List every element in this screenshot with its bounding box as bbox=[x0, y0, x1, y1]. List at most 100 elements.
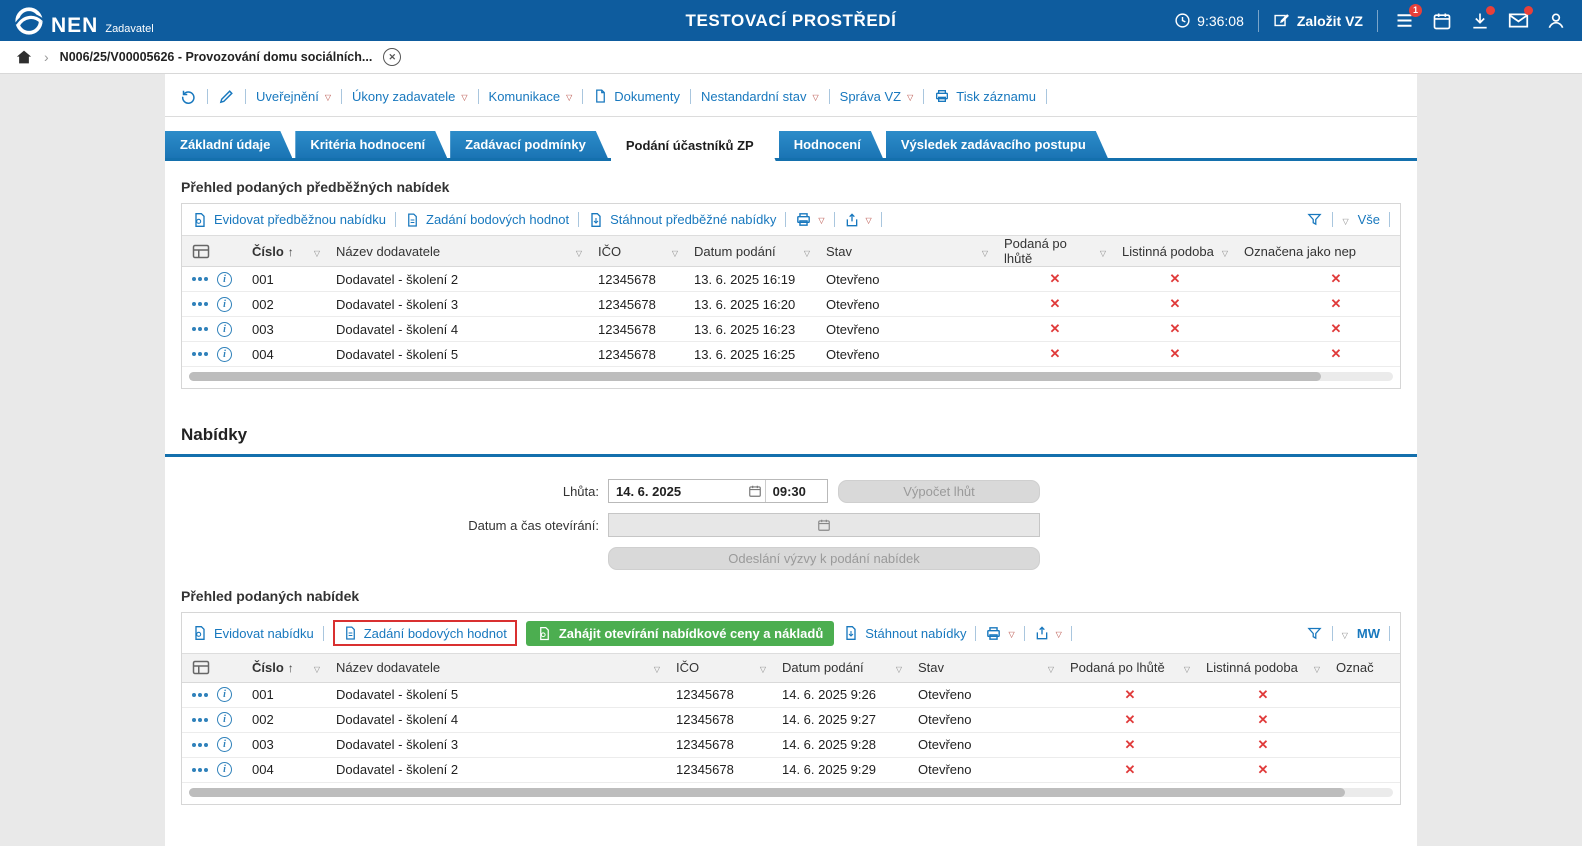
print-table-button[interactable] bbox=[795, 211, 824, 228]
calendar-icon[interactable] bbox=[745, 484, 765, 498]
row-menu-icon[interactable] bbox=[192, 718, 208, 722]
col-header-stav[interactable]: Stav bbox=[818, 236, 996, 267]
menu-ukony-zadavatele[interactable]: Úkony zadavatele bbox=[352, 89, 468, 104]
tab-hodnoceni[interactable]: Hodnocení bbox=[779, 131, 883, 158]
col-header-nazev[interactable]: Název dodavatele bbox=[328, 654, 668, 682]
export-table-button[interactable] bbox=[844, 212, 872, 228]
calendar-button[interactable] bbox=[1430, 9, 1454, 33]
filter-caret-icon[interactable] bbox=[314, 660, 320, 675]
column-chooser-icon[interactable] bbox=[192, 660, 236, 675]
info-icon[interactable] bbox=[217, 272, 232, 287]
table-row[interactable]: 004Dodavatel - školení 21234567814. 6. 2… bbox=[182, 757, 1400, 782]
info-icon[interactable] bbox=[217, 297, 232, 312]
vypocet-lhut-button[interactable]: Výpočet lhůt bbox=[838, 480, 1040, 503]
info-icon[interactable] bbox=[217, 687, 232, 702]
evidovat-nabidku-button[interactable]: Evidovat nabídku bbox=[192, 625, 314, 641]
menu-dokumenty[interactable]: Dokumenty bbox=[593, 88, 680, 104]
filter-caret-icon[interactable] bbox=[672, 244, 678, 259]
horizontal-scrollbar[interactable] bbox=[189, 788, 1393, 797]
col-header-po-lhute[interactable]: Podaná po lhůtě bbox=[996, 236, 1114, 267]
filter-caret-icon[interactable] bbox=[1314, 660, 1320, 675]
col-header-ico[interactable]: IČO bbox=[590, 236, 686, 267]
table-row[interactable]: 004Dodavatel - školení 51234567813. 6. 2… bbox=[182, 342, 1400, 367]
print-table-button[interactable] bbox=[985, 625, 1014, 642]
table-row[interactable]: 003Dodavatel - školení 31234567814. 6. 2… bbox=[182, 732, 1400, 757]
table-row[interactable]: 003Dodavatel - školení 41234567813. 6. 2… bbox=[182, 317, 1400, 342]
edit-record-icon[interactable] bbox=[218, 88, 235, 105]
deadline-date-input[interactable] bbox=[609, 484, 745, 499]
col-header-cislo[interactable]: Číslo bbox=[244, 654, 328, 682]
user-button[interactable] bbox=[1544, 9, 1568, 33]
breadcrumb-record[interactable]: N006/25/V00005626 - Provozování domu soc… bbox=[60, 50, 373, 64]
zadani-bodovych-hodnot-button-highlighted[interactable]: Zadání bodových hodnot bbox=[333, 620, 517, 646]
nen-logo[interactable]: NEN Zadavatel bbox=[14, 6, 154, 36]
menu-button[interactable]: 1 bbox=[1392, 9, 1416, 33]
filter-caret-icon[interactable] bbox=[982, 244, 988, 259]
close-record-icon[interactable] bbox=[383, 48, 401, 66]
opening-datetime-input[interactable] bbox=[608, 513, 1040, 537]
table-row[interactable]: 002Dodavatel - školení 31234567813. 6. 2… bbox=[182, 292, 1400, 317]
undo-icon[interactable] bbox=[179, 87, 197, 105]
row-menu-icon[interactable] bbox=[192, 768, 208, 772]
filter-caret-icon[interactable] bbox=[760, 660, 766, 675]
menu-sprava-vz[interactable]: Správa VZ bbox=[840, 89, 914, 104]
tab-kriteria-hodnoceni[interactable]: Kritéria hodnocení bbox=[295, 131, 447, 158]
info-icon[interactable] bbox=[217, 712, 232, 727]
horizontal-scrollbar[interactable] bbox=[189, 372, 1393, 381]
column-chooser-icon[interactable] bbox=[192, 244, 236, 259]
evidovat-predbeznou-nabidku-button[interactable]: Evidovat předběžnou nabídku bbox=[192, 212, 386, 228]
stahnout-nabidky-button[interactable]: Stáhnout nabídky bbox=[843, 625, 966, 641]
filter-caret-icon[interactable] bbox=[654, 660, 660, 675]
menu-nestandardni-stav[interactable]: Nestandardní stav bbox=[701, 89, 819, 104]
odeslani-vyzvy-button[interactable]: Odeslání výzvy k podání nabídek bbox=[608, 547, 1040, 570]
downloads-button[interactable] bbox=[1468, 9, 1492, 33]
view-caret-icon[interactable] bbox=[1342, 212, 1348, 227]
table-row[interactable]: 002Dodavatel - školení 41234567814. 6. 2… bbox=[182, 707, 1400, 732]
filter-icon[interactable] bbox=[1306, 625, 1323, 642]
deadline-time-input[interactable] bbox=[766, 484, 827, 499]
info-icon[interactable] bbox=[217, 322, 232, 337]
home-icon[interactable] bbox=[15, 48, 33, 66]
tab-zadavaci-podminky[interactable]: Zadávací podmínky bbox=[450, 131, 608, 158]
zahajit-otevirani-button[interactable]: Zahájit otevírání nabídkové ceny a nákla… bbox=[526, 621, 834, 646]
filter-caret-icon[interactable] bbox=[896, 660, 902, 675]
col-header-po-lhute[interactable]: Podaná po lhůtě bbox=[1062, 654, 1198, 682]
table-row[interactable]: 001Dodavatel - školení 21234567813. 6. 2… bbox=[182, 267, 1400, 292]
tab-podani-ucastniku-zp[interactable]: Podání účastníků ZP bbox=[611, 131, 776, 161]
col-header-cislo[interactable]: Číslo bbox=[244, 236, 328, 267]
filter-caret-icon[interactable] bbox=[576, 244, 582, 259]
menu-uverejneni[interactable]: Uveřejnění bbox=[256, 89, 331, 104]
scrollbar-thumb[interactable] bbox=[189, 372, 1321, 381]
menu-tisk-zaznamu[interactable]: Tisk záznamu bbox=[934, 88, 1036, 104]
col-header-ico[interactable]: IČO bbox=[668, 654, 774, 682]
tab-vysledek-zadavaciho-postupu[interactable]: Výsledek zadávacího postupu bbox=[886, 131, 1108, 158]
info-icon[interactable] bbox=[217, 737, 232, 752]
info-icon[interactable] bbox=[217, 347, 232, 362]
scrollbar-thumb[interactable] bbox=[189, 788, 1345, 797]
col-header-datum[interactable]: Datum podání bbox=[774, 654, 910, 682]
filter-caret-icon[interactable] bbox=[1184, 660, 1190, 675]
stahnout-predbezne-nabidky-button[interactable]: Stáhnout předběžné nabídky bbox=[588, 212, 776, 228]
row-menu-icon[interactable] bbox=[192, 743, 208, 747]
col-header-listinna[interactable]: Listinná podoba bbox=[1114, 236, 1236, 267]
filter-caret-icon[interactable] bbox=[1100, 244, 1106, 259]
row-menu-icon[interactable] bbox=[192, 302, 208, 306]
filter-caret-icon[interactable] bbox=[1048, 660, 1054, 675]
col-header-datum[interactable]: Datum podání bbox=[686, 236, 818, 267]
messages-button[interactable] bbox=[1506, 9, 1530, 33]
filter-caret-icon[interactable] bbox=[1222, 244, 1228, 259]
row-menu-icon[interactable] bbox=[192, 277, 208, 281]
tab-zakladni-udaje[interactable]: Základní údaje bbox=[165, 131, 292, 158]
filter-icon[interactable] bbox=[1306, 211, 1323, 228]
info-icon[interactable] bbox=[217, 762, 232, 777]
row-menu-icon[interactable] bbox=[192, 352, 208, 356]
export-table-button[interactable] bbox=[1034, 625, 1062, 641]
row-menu-icon[interactable] bbox=[192, 327, 208, 331]
view-selector[interactable]: MW bbox=[1357, 626, 1380, 641]
col-header-listinna[interactable]: Listinná podoba bbox=[1198, 654, 1328, 682]
col-header-nazev[interactable]: Název dodavatele bbox=[328, 236, 590, 267]
view-caret-icon[interactable] bbox=[1342, 626, 1348, 641]
col-header-oznacena[interactable]: Označ bbox=[1328, 654, 1400, 682]
filter-caret-icon[interactable] bbox=[314, 244, 320, 259]
view-selector[interactable]: Vše bbox=[1358, 212, 1380, 227]
